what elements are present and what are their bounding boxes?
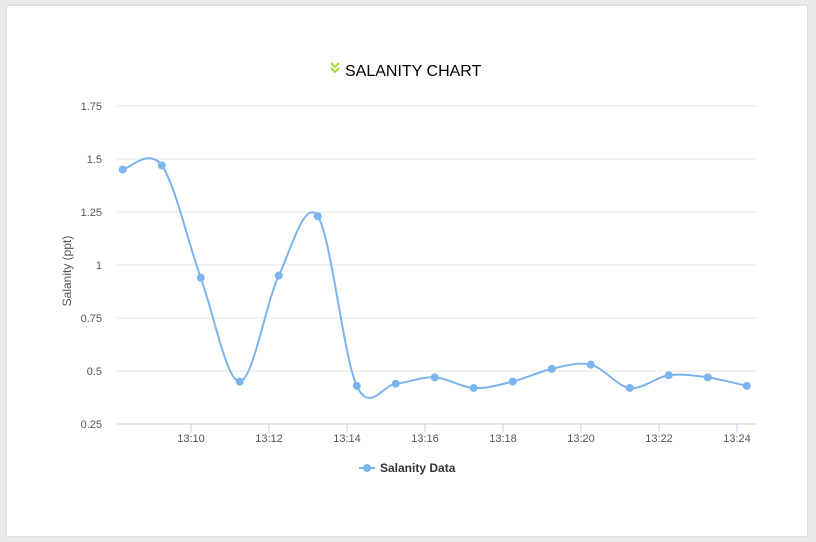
legend-label: Salanity Data: [380, 461, 456, 475]
legend-marker: [363, 464, 371, 472]
y-tick-label: 0.75: [81, 313, 102, 325]
y-tick-label: 0.5: [87, 366, 102, 378]
data-point[interactable]: [274, 271, 283, 280]
chart-title: SALANITY CHART: [330, 62, 482, 80]
data-point[interactable]: [469, 383, 478, 392]
x-tick-label: 13:18: [489, 433, 517, 445]
data-point[interactable]: [391, 379, 400, 388]
data-point[interactable]: [313, 212, 322, 221]
data-point[interactable]: [352, 381, 361, 390]
series-points: [118, 161, 751, 392]
x-tick-label: 13:10: [177, 433, 205, 445]
data-point[interactable]: [430, 373, 439, 382]
data-point[interactable]: [157, 161, 166, 170]
series-line: [122, 157, 747, 399]
x-tick-label: 13:12: [255, 433, 283, 445]
y-axis-label: Salanity (ppt): [60, 236, 74, 307]
x-tick-label: 13:24: [723, 433, 751, 445]
y-tick-label: 1.25: [81, 207, 102, 219]
x-tick-label: 13:14: [333, 433, 361, 445]
data-point[interactable]: [664, 371, 673, 380]
y-tick-label: 1: [96, 260, 102, 272]
x-tick-label: 13:20: [567, 433, 595, 445]
salanity-chart: SALANITY CHART 0.25 0.5 0.75 1 1.25 1.5 1.75 S…: [60, 62, 757, 475]
chart-title-text: SALANITY CHART: [345, 63, 482, 80]
y-tick-label: 0.25: [81, 419, 102, 431]
x-axis-ticks: 13:10 13:12 13:14 13:16 13:18 13:20 13:22 13:24: [177, 424, 751, 445]
double-chevron-down-icon: [330, 62, 340, 74]
y-axis-ticks: 0.25 0.5 0.75 1 1.25 1.5 1.75: [81, 101, 102, 431]
y-tick-label: 1.5: [87, 154, 102, 166]
x-tick-label: 13:16: [411, 433, 439, 445]
legend[interactable]: Salanity Data: [359, 461, 456, 475]
x-tick-label: 13:22: [645, 433, 673, 445]
data-point[interactable]: [508, 377, 517, 386]
data-point[interactable]: [118, 165, 127, 174]
data-point[interactable]: [547, 364, 556, 373]
data-point[interactable]: [196, 273, 205, 282]
data-point[interactable]: [625, 383, 634, 392]
data-point[interactable]: [742, 381, 751, 390]
y-tick-label: 1.75: [81, 101, 102, 113]
data-point[interactable]: [586, 360, 595, 369]
chart-card: SALANITY CHART 0.25 0.5 0.75 1 1.25 1.5 1.75 S…: [7, 6, 807, 536]
data-point[interactable]: [703, 373, 712, 382]
data-point[interactable]: [235, 377, 244, 386]
grid-lines: [117, 105, 757, 372]
